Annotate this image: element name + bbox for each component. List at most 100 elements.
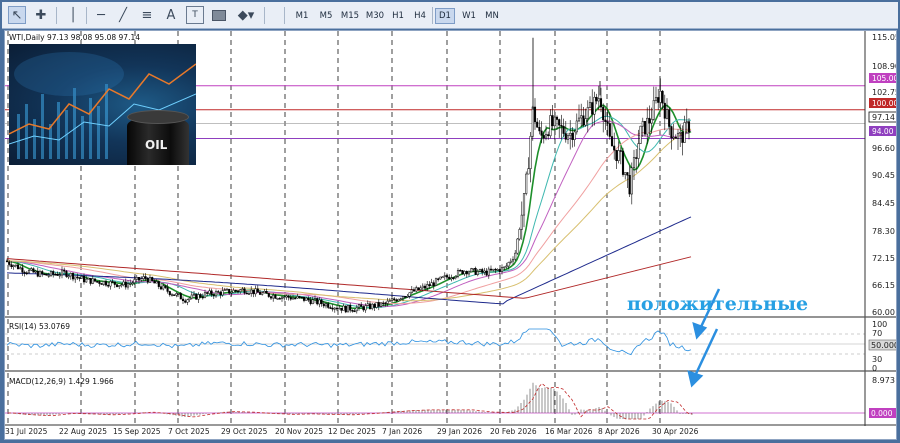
candle-body	[481, 269, 484, 273]
candle-body	[254, 288, 257, 295]
candle-body	[549, 115, 552, 137]
candle-body	[430, 282, 433, 287]
toolbar: ↖ ✚ │ ─ ╱ ≡ A T ◆▾ M1 M5 M15 M30 H1 H4 D…	[2, 2, 898, 29]
candle-body	[602, 106, 605, 121]
candle-body	[104, 281, 108, 286]
trend-line-icon[interactable]: ╱	[114, 6, 132, 24]
shapes-icon[interactable]: ◆▾	[234, 6, 258, 24]
timeframe-d1[interactable]: D1	[435, 8, 455, 24]
candle-body	[23, 271, 26, 274]
candle-body	[456, 270, 460, 277]
candle-body	[538, 126, 541, 132]
candle-body	[344, 305, 347, 313]
candle-body	[641, 121, 644, 127]
candle-body	[463, 271, 466, 275]
candle-body	[201, 296, 204, 299]
candle-body	[263, 291, 266, 294]
candle-body	[69, 273, 72, 277]
candle-body	[58, 274, 61, 277]
date-tick: 7 Jan 2026	[382, 427, 422, 436]
timeframe-m30[interactable]: M30	[363, 8, 387, 24]
candle-body	[577, 117, 581, 122]
candle-body	[186, 299, 189, 303]
candle-body	[329, 307, 332, 309]
candle-body	[36, 270, 39, 277]
timeframe-h4[interactable]: H4	[410, 8, 430, 24]
candle-body	[118, 285, 121, 287]
timeframe-mn[interactable]: MN	[481, 8, 503, 24]
candle-body	[274, 294, 277, 299]
candle-body	[445, 275, 449, 278]
chart-window[interactable]: 115.05 108.90 102.75 96.60 90.45 84.45 7…	[4, 30, 897, 440]
candle-body	[404, 296, 407, 298]
candle-body	[531, 106, 534, 137]
text-icon[interactable]: A	[162, 6, 180, 24]
fibonacci-icon[interactable]: ≡	[138, 6, 156, 24]
vertical-line-icon[interactable]: │	[64, 6, 82, 24]
candle-body	[520, 214, 523, 230]
candle-body	[206, 292, 209, 294]
level-tag-100-label: 100.00	[872, 99, 897, 108]
candle-body	[54, 274, 57, 276]
candle-body	[214, 291, 218, 297]
text-label-icon[interactable]: T	[186, 6, 204, 24]
candle-body	[485, 270, 488, 276]
candle-body	[27, 269, 31, 274]
date-tick: 16 Mar 2026	[545, 427, 593, 436]
candle-body	[507, 262, 510, 267]
candle-body	[632, 157, 636, 169]
candle-body	[494, 268, 497, 271]
crosshair-icon[interactable]: ✚	[32, 6, 50, 24]
candle-body	[102, 281, 105, 285]
candle-body	[91, 278, 94, 284]
timeframe-m5[interactable]: M5	[315, 8, 337, 24]
rsi-axis-30: 30	[872, 355, 882, 364]
candle-body	[157, 281, 160, 287]
candle-body	[47, 275, 50, 277]
candle-body	[311, 299, 314, 305]
date-tick: 29 Jan 2026	[437, 427, 482, 436]
candle-body	[85, 278, 88, 283]
candle-body	[272, 294, 275, 299]
candle-body	[511, 258, 515, 262]
candle-body	[619, 150, 622, 152]
candle-body	[129, 282, 132, 285]
candle-body	[331, 307, 334, 310]
oil-barrel-image: OIL	[9, 44, 196, 165]
candle-body	[287, 295, 290, 298]
candle-body	[441, 276, 444, 279]
candle-body	[397, 298, 400, 302]
candle-body	[289, 297, 292, 300]
timeframe-w1[interactable]: W1	[459, 8, 479, 24]
candle-body	[228, 288, 231, 294]
candle-body	[168, 291, 171, 295]
candle-body	[514, 252, 517, 260]
candle-body	[529, 135, 532, 169]
candle-body	[685, 121, 688, 123]
candle-body	[124, 281, 127, 288]
candle-body	[518, 229, 521, 240]
candle-body	[643, 121, 647, 135]
cursor-icon[interactable]: ↖	[8, 6, 26, 24]
date-tick: 20 Feb 2026	[490, 427, 537, 436]
candle-body	[569, 132, 572, 136]
rectangle-icon[interactable]	[210, 6, 228, 24]
candle-body	[426, 284, 429, 289]
candle-body	[131, 282, 134, 284]
candle-body	[540, 130, 543, 136]
candle-body	[639, 125, 642, 144]
candle-body	[560, 124, 563, 127]
candle-body	[384, 302, 387, 305]
timeframe-h1[interactable]: H1	[388, 8, 408, 24]
candle-body	[621, 150, 625, 175]
horizontal-line-icon[interactable]: ─	[92, 6, 110, 24]
price-tick: 72.15	[872, 254, 895, 263]
timeframe-m15[interactable]: M15	[338, 8, 362, 24]
candle-body	[580, 115, 583, 119]
candle-body	[654, 97, 658, 101]
candle-body	[661, 90, 664, 104]
candle-body	[646, 117, 649, 135]
timeframe-m1[interactable]: M1	[291, 8, 313, 24]
candle-body	[351, 310, 354, 312]
candle-body	[190, 294, 193, 299]
